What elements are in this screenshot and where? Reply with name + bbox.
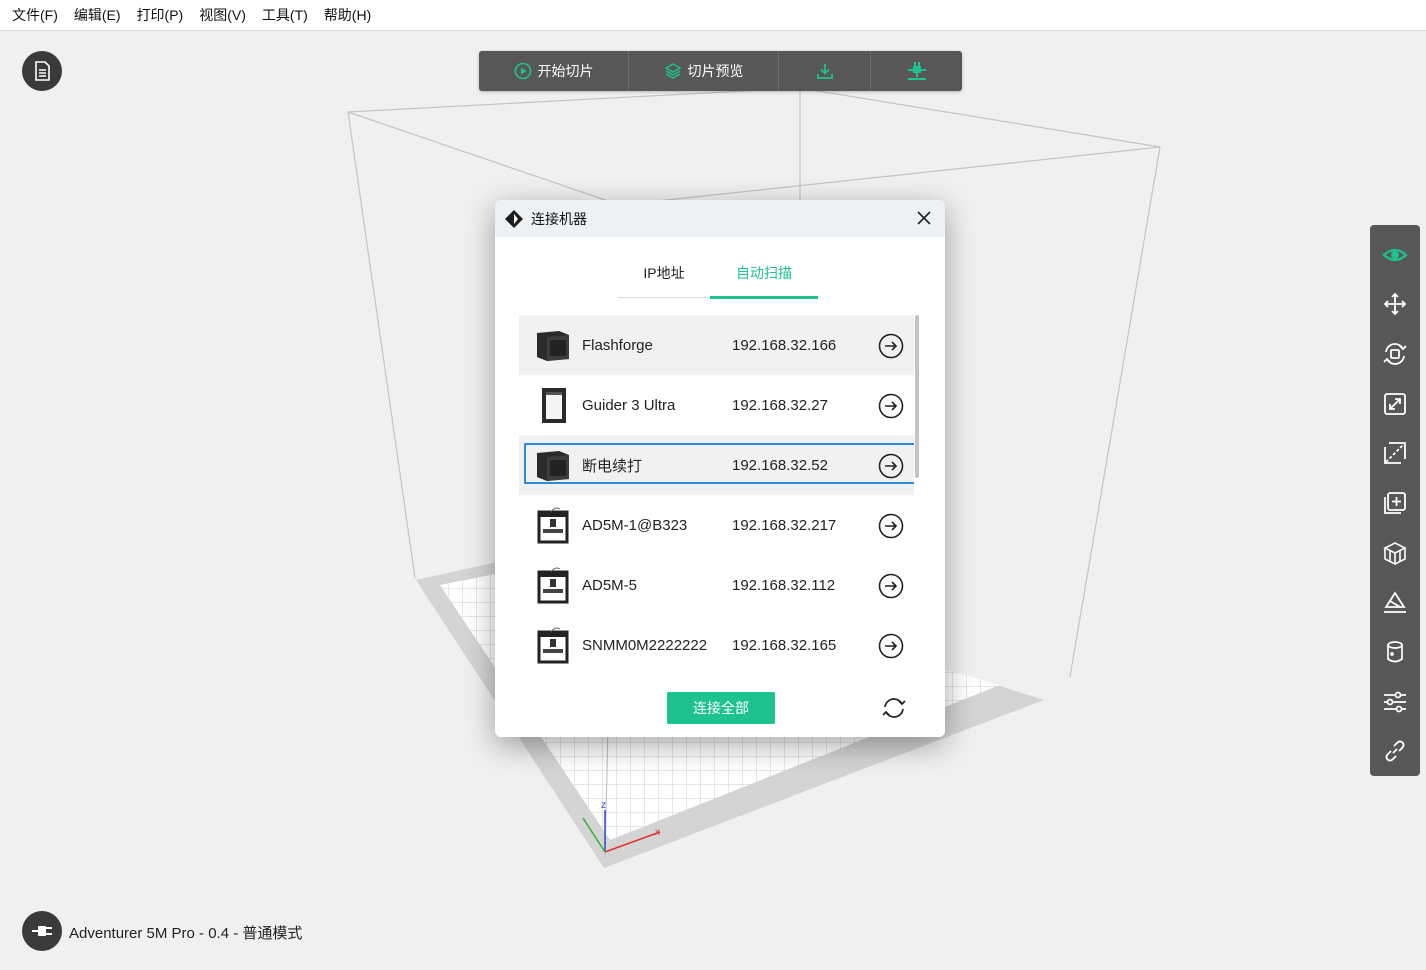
- list-scrollbar[interactable]: [915, 315, 919, 478]
- menu-print[interactable]: 打印(P): [129, 0, 192, 31]
- box-printer-icon: [533, 445, 573, 485]
- menu-bar: 文件(F) 编辑(E) 打印(P) 视图(V) 工具(T) 帮助(H): [0, 0, 1426, 31]
- tab-auto-scan[interactable]: 自动扫描: [710, 260, 818, 299]
- dialog-title-bar: 连接机器: [495, 200, 945, 237]
- support-cube-icon: [1383, 541, 1407, 565]
- connect-arrow-icon[interactable]: [878, 513, 904, 539]
- printer-name: Guider 3 Ultra: [582, 396, 676, 414]
- tab-ip-address[interactable]: IP地址: [618, 260, 710, 297]
- slice-toolbar: 开始切片 切片预览: [479, 51, 962, 91]
- connect-all-button[interactable]: 连接全部: [667, 692, 775, 724]
- app-logo-icon: [505, 209, 523, 228]
- printer-name: AD5M-1@B323: [582, 516, 688, 534]
- open-frame-printer-icon: [533, 625, 573, 665]
- printer-profile-status: Adventurer 5M Pro - 0.4 - 普通模式: [69, 925, 303, 942]
- right-tool-panel: [1370, 225, 1420, 776]
- printer-name: Flashforge: [582, 336, 653, 354]
- printer-ip: 192.168.32.217: [732, 516, 837, 534]
- printer-ip: 192.168.32.27: [732, 396, 828, 414]
- sliders-icon: [1384, 691, 1406, 712]
- scale-button[interactable]: [1370, 379, 1420, 429]
- rotate-button[interactable]: [1370, 329, 1420, 379]
- support-button[interactable]: [1370, 528, 1420, 578]
- document-button[interactable]: [22, 51, 62, 91]
- printer-row[interactable]: AD5M-5 192.168.32.112: [519, 555, 914, 615]
- export-button[interactable]: [779, 51, 871, 91]
- layers-icon: [663, 63, 682, 79]
- rotate-icon: [1383, 343, 1407, 365]
- send-to-printer-button[interactable]: [871, 51, 962, 91]
- connect-arrow-icon[interactable]: [878, 573, 904, 599]
- box-printer-icon: [533, 325, 573, 365]
- link-icon: [1385, 740, 1405, 762]
- plug-connect-icon: [907, 62, 926, 80]
- connection-tabs: IP地址 自动扫描: [618, 260, 818, 299]
- move-arrows-icon: [1383, 293, 1407, 316]
- add-copy-icon: [1384, 492, 1406, 514]
- material-button[interactable]: [1370, 627, 1420, 677]
- printer-row[interactable]: 断电续打 192.168.32.52: [519, 435, 914, 495]
- cylinder-icon: [1387, 641, 1403, 663]
- svg-text:z: z: [601, 800, 606, 811]
- connect-arrow-icon[interactable]: [878, 453, 904, 479]
- printer-row[interactable]: AD5M-1@B323 192.168.32.217: [519, 495, 914, 555]
- connect-arrow-icon[interactable]: [878, 333, 904, 359]
- menu-help[interactable]: 帮助(H): [316, 0, 379, 31]
- open-frame-printer-icon: [533, 565, 573, 605]
- printer-connection-button[interactable]: [22, 911, 62, 951]
- slice-preview-button[interactable]: 切片预览: [629, 51, 779, 91]
- document-icon: [35, 61, 50, 81]
- eye-icon: [1382, 248, 1408, 261]
- printer-ip: 192.168.32.112: [732, 576, 836, 594]
- svg-text:x: x: [655, 827, 660, 838]
- start-slice-button[interactable]: 开始切片: [479, 51, 629, 91]
- dialog-title: 连接机器: [531, 210, 587, 227]
- menu-tools[interactable]: 工具(T): [254, 0, 316, 31]
- connect-machine-dialog: 连接机器 IP地址 自动扫描 Flashforge 192.168.32.166: [495, 200, 945, 737]
- download-icon: [816, 64, 833, 79]
- printer-name: SNMM0M2222222: [582, 636, 708, 654]
- printer-ip: 192.168.32.52: [732, 456, 828, 474]
- lay-flat-icon: [1384, 591, 1406, 614]
- start-slice-label: 开始切片: [537, 63, 594, 79]
- cut-plane-icon: [1384, 442, 1406, 465]
- refresh-icon[interactable]: [881, 695, 907, 721]
- menu-edit[interactable]: 编辑(E): [66, 0, 129, 31]
- link-button[interactable]: [1370, 726, 1420, 776]
- open-frame-printer-icon: [533, 505, 573, 545]
- printer-name: 断电续打: [582, 457, 643, 475]
- connect-arrow-icon[interactable]: [878, 393, 904, 419]
- close-icon: [917, 211, 931, 225]
- printer-list[interactable]: Flashforge 192.168.32.166 Guider 3 Ultra…: [519, 315, 914, 675]
- printer-name: AD5M-5: [582, 576, 638, 594]
- tall-printer-icon: [533, 385, 573, 425]
- menu-view[interactable]: 视图(V): [191, 0, 254, 31]
- menu-file[interactable]: 文件(F): [4, 0, 66, 31]
- plug-icon: [32, 926, 52, 936]
- add-model-button[interactable]: [1370, 478, 1420, 528]
- printer-row[interactable]: Flashforge 192.168.32.166: [519, 315, 914, 375]
- settings-button[interactable]: [1370, 677, 1420, 727]
- cut-button[interactable]: [1370, 429, 1420, 479]
- printer-ip: 192.168.32.166: [732, 336, 837, 354]
- printer-row[interactable]: Guider 3 Ultra 192.168.32.27: [519, 375, 914, 435]
- lay-flat-button[interactable]: [1370, 577, 1420, 627]
- play-icon: [514, 62, 531, 80]
- close-button[interactable]: [915, 209, 933, 227]
- printer-ip: 192.168.32.165: [732, 636, 837, 654]
- connect-arrow-icon[interactable]: [878, 633, 904, 659]
- visibility-button[interactable]: [1370, 230, 1420, 280]
- move-button[interactable]: [1370, 280, 1420, 330]
- slice-preview-label: 切片预览: [687, 63, 744, 79]
- printer-row[interactable]: SNMM0M2222222 192.168.32.165: [519, 615, 914, 675]
- scale-icon: [1384, 392, 1406, 415]
